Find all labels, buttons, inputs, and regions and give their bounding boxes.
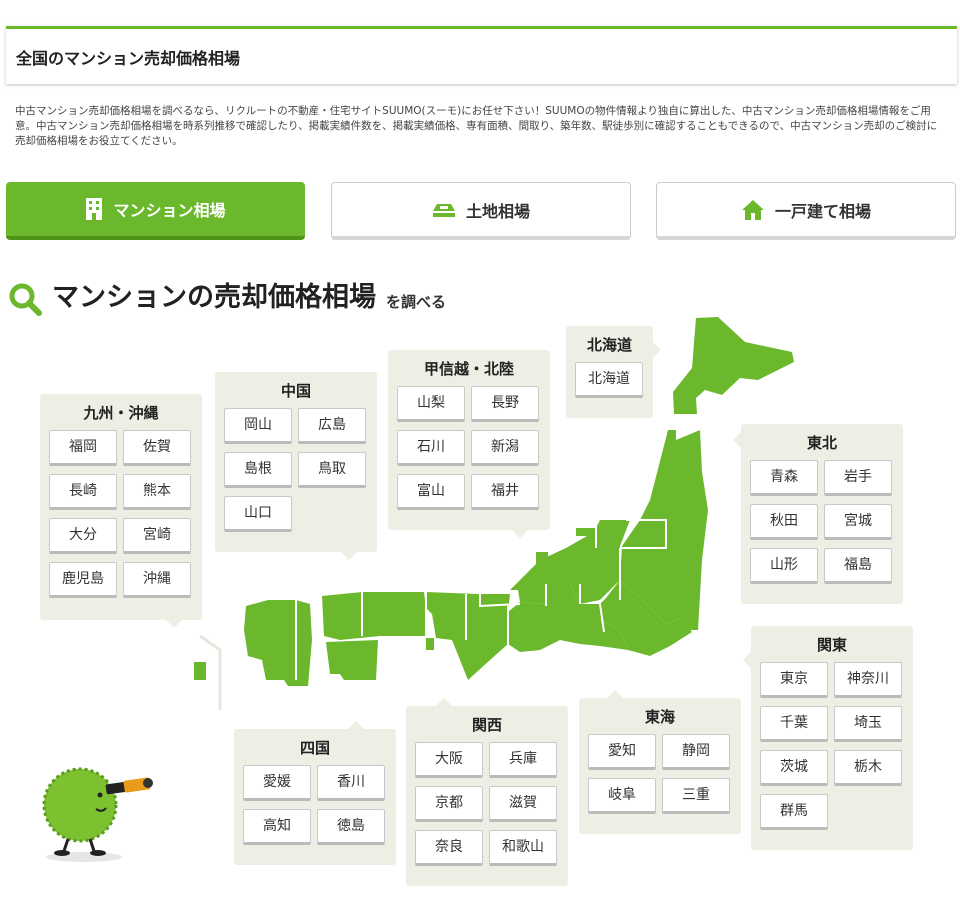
pref-tokyo[interactable]: 東京 <box>760 662 828 698</box>
pref-toyama[interactable]: 富山 <box>397 474 465 510</box>
tab-land[interactable]: 土地相場 <box>331 182 631 240</box>
pref-tokushima[interactable]: 徳島 <box>317 809 385 845</box>
pref-kanagawa[interactable]: 神奈川 <box>834 662 902 698</box>
region-pointer <box>743 652 751 668</box>
pref-mie[interactable]: 三重 <box>662 778 730 814</box>
pref-shizuoka[interactable]: 静岡 <box>662 734 730 770</box>
mascot-illustration <box>42 767 153 862</box>
region-pointer <box>348 721 364 729</box>
page-header: 全国のマンション売却価格相場 <box>6 26 957 84</box>
region-title: 東北 <box>806 434 837 452</box>
region-pointer <box>166 620 182 628</box>
map-shikoku <box>326 640 378 680</box>
pref-osaka[interactable]: 大阪 <box>415 742 483 778</box>
pref-fukushima[interactable]: 福島 <box>824 548 892 584</box>
region-tokai: 東海 愛知 静岡 岐阜 三重 <box>579 690 741 834</box>
pref-fukuoka[interactable]: 福岡 <box>49 430 117 466</box>
pref-fukui[interactable]: 福井 <box>471 474 539 510</box>
pref-nagasaki[interactable]: 長崎 <box>49 474 117 510</box>
pref-kagawa[interactable]: 香川 <box>317 765 385 801</box>
region-pointer <box>733 432 741 448</box>
pref-shimane[interactable]: 島根 <box>224 452 292 488</box>
region-pointer <box>436 698 452 706</box>
region-kyushu: 九州・沖縄 福岡 佐賀 長崎 熊本 大分 宮崎 鹿児島 沖縄 <box>40 394 202 628</box>
pref-ibaraki[interactable]: 茨城 <box>760 750 828 786</box>
region-title: 甲信越・北陸 <box>423 360 514 378</box>
pref-oita[interactable]: 大分 <box>49 518 117 554</box>
region-pointer <box>341 552 357 560</box>
pref-kagoshima[interactable]: 鹿児島 <box>49 562 117 598</box>
pref-tochigi[interactable]: 栃木 <box>834 750 902 786</box>
pref-nagano[interactable]: 長野 <box>471 386 539 422</box>
pref-shiga[interactable]: 滋賀 <box>489 786 557 822</box>
pref-akita[interactable]: 秋田 <box>750 504 818 540</box>
pref-chiba[interactable]: 千葉 <box>760 706 828 742</box>
tab-house[interactable]: 一戸建て相場 <box>656 182 956 240</box>
region-title: 中国 <box>280 382 311 400</box>
region-koshinetsu: 甲信越・北陸 山梨 長野 石川 新潟 富山 福井 <box>388 350 550 538</box>
pref-yamaguchi[interactable]: 山口 <box>224 496 292 532</box>
pref-niigata[interactable]: 新潟 <box>471 430 539 466</box>
region-kansai: 関西 大阪 兵庫 京都 滋賀 奈良 和歌山 <box>406 698 568 886</box>
pref-okayama[interactable]: 岡山 <box>224 408 292 444</box>
pref-kyoto[interactable]: 京都 <box>415 786 483 822</box>
map-hokkaido <box>673 317 794 414</box>
pref-tottori[interactable]: 鳥取 <box>298 452 366 488</box>
building-icon <box>86 198 103 220</box>
region-tohoku: 東北 青森 岩手 秋田 宮城 山形 福島 <box>733 424 903 604</box>
map-noto <box>536 552 548 576</box>
region-pointer <box>512 530 528 538</box>
pref-miyagi[interactable]: 宮城 <box>824 504 892 540</box>
pref-miyazaki[interactable]: 宮崎 <box>123 518 191 554</box>
pref-ehime[interactable]: 愛媛 <box>243 765 311 801</box>
pref-hokkaido[interactable]: 北海道 <box>575 362 643 398</box>
pref-kochi[interactable]: 高知 <box>243 809 311 845</box>
region-shikoku: 四国 愛媛 香川 高知 徳島 <box>234 721 396 865</box>
tab-mansion[interactable]: マンション相場 <box>6 182 305 240</box>
tab-house-label: 一戸建て相場 <box>774 201 871 221</box>
tab-mansion-label: マンション相場 <box>113 201 226 220</box>
map-kyushu <box>244 600 312 686</box>
region-title: 北海道 <box>586 336 632 354</box>
pref-aichi[interactable]: 愛知 <box>588 734 656 770</box>
pref-yamagata[interactable]: 山形 <box>750 548 818 584</box>
pref-gunma[interactable]: 群馬 <box>760 794 828 830</box>
region-title: 関東 <box>816 636 847 654</box>
page-title: 全国のマンション売却価格相場 <box>16 48 241 68</box>
region-chugoku: 中国 岡山 広島 島根 鳥取 山口 <box>215 372 377 560</box>
pref-ishikawa[interactable]: 石川 <box>397 430 465 466</box>
house-icon <box>741 199 764 220</box>
pref-gifu[interactable]: 岐阜 <box>588 778 656 814</box>
pref-hiroshima[interactable]: 広島 <box>298 408 366 444</box>
region-pointer <box>607 690 623 698</box>
region-title: 九州・沖縄 <box>83 404 159 422</box>
pref-saitama[interactable]: 埼玉 <box>834 706 902 742</box>
pref-nara[interactable]: 奈良 <box>415 830 483 866</box>
pref-kumamoto[interactable]: 熊本 <box>123 474 191 510</box>
region-hokkaido: 北海道 北海道 <box>566 326 661 418</box>
pref-hyogo[interactable]: 兵庫 <box>489 742 557 778</box>
map-okinawa <box>194 662 206 680</box>
region-title: 関西 <box>471 716 502 734</box>
land-icon <box>432 203 455 217</box>
region-title: 四国 <box>299 739 330 757</box>
pref-saga[interactable]: 佐賀 <box>123 430 191 466</box>
pref-yamanashi[interactable]: 山梨 <box>397 386 465 422</box>
map-awaji <box>426 638 434 650</box>
pref-aomori[interactable]: 青森 <box>750 460 818 496</box>
pref-wakayama[interactable]: 和歌山 <box>489 830 557 866</box>
page-description: 中古マンション売却価格相場を調べるなら、リクルートの不動産・住宅サイトSUUMO… <box>15 105 938 147</box>
region-pointer <box>653 342 661 358</box>
tab-land-label: 土地相場 <box>465 201 530 221</box>
pref-iwate[interactable]: 岩手 <box>824 460 892 496</box>
map-chugoku <box>322 592 426 640</box>
pref-okinawa[interactable]: 沖縄 <box>123 562 191 598</box>
region-kanto: 関東 東京 神奈川 千葉 埼玉 茨城 栃木 群馬 <box>743 626 913 850</box>
map-sado <box>576 528 598 536</box>
region-title: 東海 <box>644 708 675 726</box>
